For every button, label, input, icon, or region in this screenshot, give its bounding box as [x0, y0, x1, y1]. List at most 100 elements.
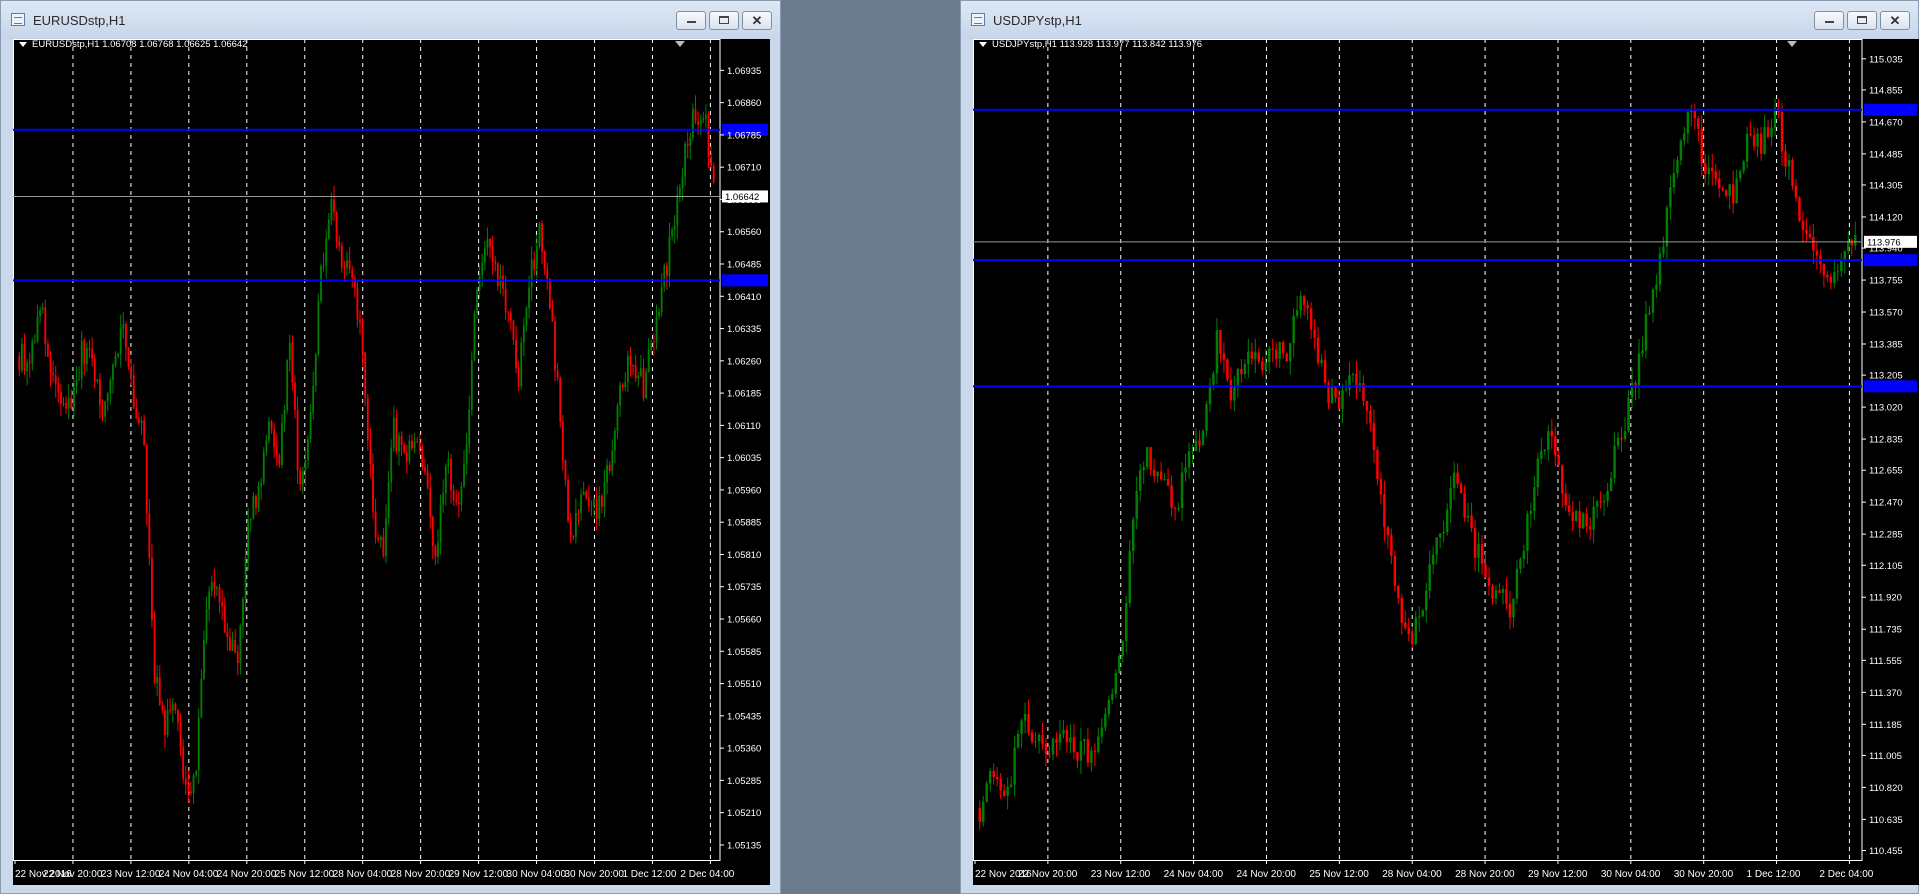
candle-body — [686, 143, 689, 146]
candle-body — [585, 491, 588, 498]
candle-body — [153, 620, 156, 684]
candle-body — [65, 403, 68, 409]
candle-body — [1365, 400, 1369, 411]
price-axis-label: 1.06560 — [727, 227, 761, 238]
candle-body — [1477, 543, 1480, 558]
candle-body — [78, 379, 81, 381]
candle-body — [1205, 404, 1208, 431]
candle-body — [1843, 251, 1847, 261]
candle-body — [125, 323, 127, 348]
dropdown-triangle-icon[interactable] — [979, 41, 987, 47]
candle-body — [1159, 471, 1163, 480]
candle-body — [619, 384, 621, 406]
candle-body — [1212, 373, 1215, 385]
eurusd-window[interactable]: EURUSDstp,H1 ✕ EURUSDstp,H1 1.06708 1.06… — [0, 0, 781, 894]
candle-body — [1390, 535, 1393, 557]
candle-body — [1355, 374, 1358, 386]
candle-body — [333, 199, 335, 213]
candle-body — [463, 463, 465, 487]
candle-body — [450, 458, 452, 491]
candle-body — [1599, 501, 1602, 503]
time-axis-label: 1 Dec 12:00 — [1747, 869, 1801, 880]
candle-body — [372, 464, 374, 512]
candle-body — [1288, 343, 1292, 362]
candle-body — [1351, 374, 1355, 376]
chart-shift-icon[interactable] — [1787, 41, 1797, 47]
candle-body — [1456, 472, 1459, 484]
candle-body — [1194, 440, 1198, 452]
minimize-button[interactable] — [1814, 11, 1844, 30]
candle-body — [1076, 752, 1079, 761]
candle-body — [1658, 253, 1662, 285]
minimize-button[interactable] — [676, 11, 706, 30]
restore-button[interactable] — [1847, 11, 1877, 30]
candle-body — [242, 599, 244, 627]
candle-body — [421, 448, 424, 468]
close-button[interactable]: ✕ — [1880, 11, 1910, 30]
candle-body — [1421, 610, 1424, 617]
candle-body — [1623, 431, 1627, 440]
candle-body — [1637, 353, 1641, 388]
time-axis-label: 24 Nov 04:00 — [1164, 869, 1224, 880]
candle-body — [652, 342, 655, 344]
eurusd-chart[interactable]: EURUSDstp,H1 1.06708 1.06768 1.06625 1.0… — [13, 39, 770, 885]
close-button[interactable]: ✕ — [742, 11, 772, 30]
usdjpy-candlestick-chart[interactable]: 22 Nov 201622 Nov 20:00 23 Nov 12:00 24 No… — [973, 39, 1919, 885]
candle-body — [135, 407, 138, 419]
candle-body — [208, 591, 211, 610]
candle-body — [1337, 397, 1341, 410]
usdjpy-window[interactable]: USDJPYstp,H1 ✕ USDJPYstp,H1 113.928 113.… — [960, 0, 1919, 894]
candle-body — [36, 316, 39, 342]
candle-body — [377, 537, 380, 541]
time-axis-label: 30 Nov 20:00 — [1674, 869, 1734, 880]
price-axis-label: 113.385 — [1869, 340, 1903, 351]
candle-body — [491, 246, 494, 262]
candle-body — [148, 513, 151, 558]
candle-body — [1149, 447, 1152, 470]
plot-frame — [973, 39, 1863, 861]
candle-body — [1554, 436, 1557, 456]
candle-body — [205, 609, 208, 641]
usdjpy-symbol-info[interactable]: USDJPYstp,H1 113.928 113.977 113.842 113… — [979, 39, 1202, 53]
candle-body — [203, 640, 205, 679]
eurusd-titlebar[interactable]: EURUSDstp,H1 ✕ — [1, 1, 780, 39]
candle-body — [226, 631, 229, 638]
candle-body — [234, 639, 237, 653]
usdjpy-titlebar[interactable]: USDJPYstp,H1 ✕ — [961, 1, 1918, 39]
candle-body — [478, 275, 481, 290]
candle-body — [616, 405, 619, 431]
dropdown-triangle-icon[interactable] — [19, 41, 27, 47]
candle-body — [1480, 543, 1484, 564]
candle-body — [301, 471, 304, 485]
candle-body — [54, 375, 57, 384]
candle-body — [424, 467, 426, 472]
restore-button[interactable] — [709, 11, 739, 30]
horizontal-line-label — [1864, 254, 1917, 267]
candle-body — [93, 358, 96, 382]
candle-body — [1411, 634, 1414, 645]
price-axis-label: 1.06110 — [727, 421, 761, 432]
price-axis-label: 1.06935 — [727, 66, 761, 77]
candle-body — [676, 194, 679, 226]
candles-group — [978, 98, 1857, 830]
candle-body — [1135, 490, 1138, 520]
candle-body — [520, 342, 523, 387]
time-axis-label: 24 Nov 04:00 — [159, 869, 219, 880]
candle-body — [995, 777, 999, 780]
price-axis-label: 110.455 — [1869, 846, 1903, 857]
candle-body — [1016, 733, 1020, 748]
candle-body — [117, 353, 120, 357]
eurusd-candlestick-chart[interactable]: 22 Nov 201622 Nov 20:0023 Nov 12:0024 No… — [13, 39, 770, 885]
chart-shift-icon[interactable] — [675, 41, 685, 47]
candle-body — [1791, 160, 1794, 186]
candle-body — [1522, 550, 1526, 560]
candle-body — [437, 542, 439, 557]
candle-body — [1418, 616, 1421, 618]
candle-body — [473, 313, 476, 361]
candle-body — [1320, 359, 1323, 363]
candle-body — [1069, 737, 1072, 743]
eurusd-symbol-info[interactable]: EURUSDstp,H1 1.06708 1.06768 1.06625 1.0… — [19, 39, 248, 53]
usdjpy-chart[interactable]: USDJPYstp,H1 113.928 113.977 113.842 113… — [973, 39, 1919, 885]
candle-body — [439, 504, 442, 543]
candle-body — [114, 356, 117, 365]
